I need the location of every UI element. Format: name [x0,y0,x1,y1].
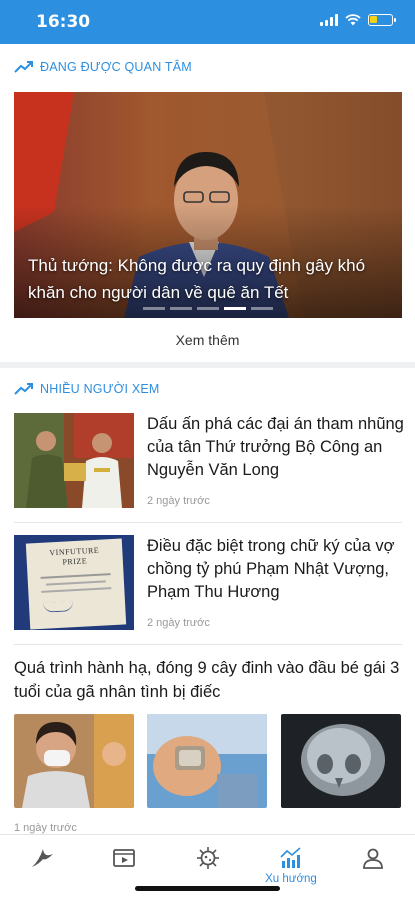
carousel-dot[interactable] [197,307,219,310]
trending-section-header: ĐANG ĐƯỢC QUAN TÂM [14,60,192,74]
list-separator [14,644,402,645]
featured-article[interactable]: Thủ tướng: Không được ra quy định gây kh… [14,92,402,318]
nav-trending[interactable]: Xu hướng [261,845,321,885]
trending-icon [14,383,33,395]
status-bar: 16:30 [0,0,415,44]
home-indicator [135,886,280,891]
trending-icon [14,61,33,73]
gallery-article-title[interactable]: Quá trình hành hạ, đóng 9 cây đinh vào đ… [14,656,404,704]
logo-bird-icon [32,849,53,867]
gallery-image[interactable] [14,714,134,808]
nav-covid[interactable] [178,845,238,871]
section-divider [0,362,415,368]
virus-icon [197,847,219,869]
nav-home[interactable] [12,845,72,871]
see-more-link[interactable]: Xem thêm [0,332,415,348]
list-separator [14,522,402,523]
thumbnail-caption: VINFUTURE PRIZE [49,545,100,567]
article-title: Dấu ấn phá các đại án tham nhũng của tân… [147,415,404,479]
status-icons [320,14,396,26]
article-thumbnail [14,413,134,508]
trending-section-title: ĐANG ĐƯỢC QUAN TÂM [40,60,192,74]
carousel-dot[interactable] [224,307,246,310]
featured-title: Thủ tướng: Không được ra quy định gây kh… [28,256,366,302]
most-viewed-section-header: NHIỀU NGƯỜI XEM [14,382,160,396]
nav-video[interactable] [94,845,154,871]
trending-chart-icon [280,847,301,868]
video-icon [113,849,135,867]
article-thumbnail: VINFUTURE PRIZE [14,535,134,630]
carousel-dot[interactable] [143,307,165,310]
article-title: Điều đặc biệt trong chữ ký của vợ chồng … [147,537,395,601]
gallery-article-time: 1 ngày trước [14,822,77,834]
gallery-image[interactable] [147,714,267,808]
article-time: 2 ngày trước [147,617,210,629]
carousel-dots[interactable] [14,307,402,310]
gallery-image[interactable] [281,714,401,808]
battery-level [370,16,377,23]
profile-icon [363,848,383,869]
wifi-icon [345,14,361,26]
list-item[interactable]: Dấu ấn phá các đại án tham nhũng của tân… [14,413,404,513]
list-item[interactable]: VINFUTURE PRIZE Điều đặc biệt trong chữ … [14,535,402,635]
carousel-dot[interactable] [170,307,192,310]
carousel-dot[interactable] [251,307,273,310]
article-time: 2 ngày trước [147,495,210,507]
battery-icon [368,14,396,26]
nav-trending-label: Xu hướng [265,873,317,885]
most-viewed-section-title: NHIỀU NGƯỜI XEM [40,382,160,396]
signal-icon [320,14,338,26]
status-time: 16:30 [36,12,91,32]
nav-profile[interactable] [343,845,403,871]
